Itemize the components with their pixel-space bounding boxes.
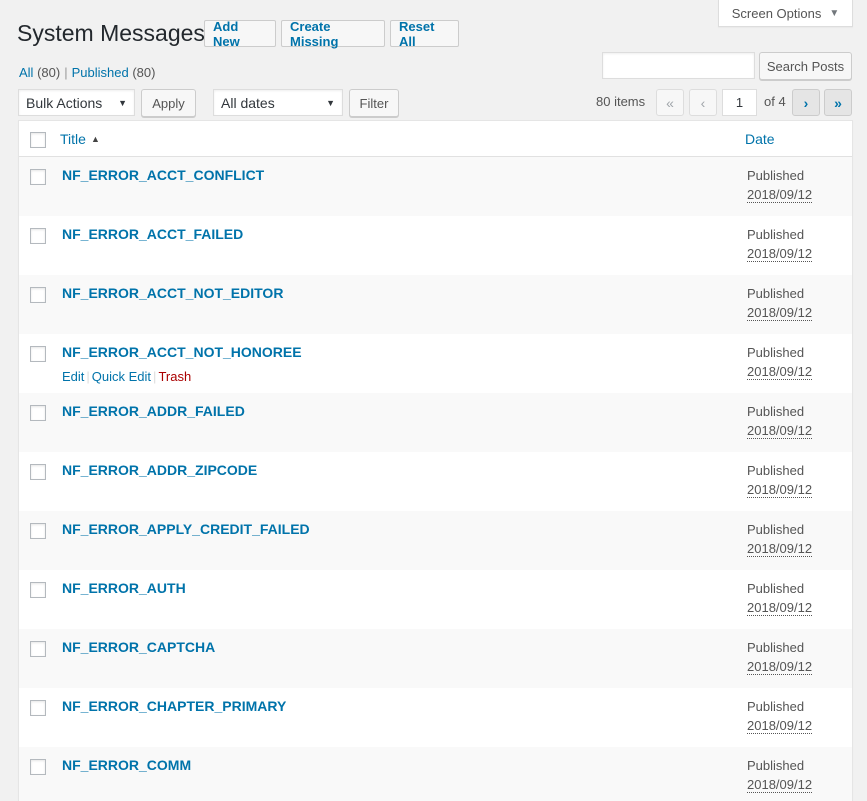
apply-button[interactable]: Apply — [141, 89, 196, 117]
bulk-actions-select[interactable]: Bulk Actions ▼ — [18, 89, 135, 116]
row-checkbox[interactable] — [30, 641, 46, 657]
dropdown-arrow-icon: ▼ — [118, 97, 127, 108]
row-title-link[interactable]: NF_ERROR_AUTH — [62, 580, 186, 596]
table-row: NF_ERROR_COMM Published 2018/09/12 — [19, 747, 852, 801]
table-row: NF_ERROR_ADDR_FAILED Published 2018/09/12 — [19, 393, 852, 452]
bulk-actions-value: Bulk Actions — [26, 94, 103, 111]
table-row: NF_ERROR_ACCT_FAILED Published 2018/09/12 — [19, 216, 852, 275]
quick-edit-link[interactable]: Quick Edit — [92, 369, 151, 384]
total-pages-label: of 4 — [764, 94, 786, 109]
next-page-button[interactable]: › — [792, 89, 820, 116]
row-checkbox[interactable] — [30, 405, 46, 421]
table-row: NF_ERROR_CAPTCHA Published 2018/09/12 — [19, 629, 852, 688]
last-page-button[interactable]: » — [824, 89, 852, 116]
row-title-link[interactable]: NF_ERROR_ADDR_ZIPCODE — [62, 462, 257, 478]
title-column-header[interactable]: Title ▲ — [60, 131, 100, 147]
add-new-button[interactable]: Add New — [204, 19, 276, 49]
row-title-link[interactable]: NF_ERROR_ACCT_FAILED — [62, 226, 243, 242]
row-date: 2018/09/12 — [747, 364, 813, 380]
table-row: NF_ERROR_AUTH Published 2018/09/12 — [19, 570, 852, 629]
row-status: Published — [747, 404, 805, 419]
first-page-button[interactable]: « — [656, 89, 684, 116]
filter-all-link[interactable]: All (80) — [19, 65, 60, 80]
messages-table: Title ▲ Date NF_ERROR_ACCT_CONFLICT Publis… — [18, 120, 853, 801]
row-status: Published — [747, 463, 805, 478]
row-title-link[interactable]: NF_ERROR_ACCT_NOT_EDITOR — [62, 285, 283, 301]
caret-down-icon: ▼ — [829, 7, 840, 19]
row-status: Published — [747, 581, 805, 596]
row-date: 2018/09/12 — [747, 187, 813, 203]
create-missing-button[interactable]: Create Missing — [281, 19, 385, 49]
row-checkbox[interactable] — [30, 287, 46, 303]
status-filter-links: All (80) | Published (80) — [19, 65, 156, 80]
table-row: NF_ERROR_ADDR_ZIPCODE Published 2018/09/12 — [19, 452, 852, 511]
items-count: 80 items — [596, 94, 646, 109]
table-row: NF_ERROR_ACCT_NOT_HONOREE Edit | Quick Edit… — [19, 334, 852, 393]
date-column-header[interactable]: Date — [745, 131, 775, 147]
row-actions: Edit | Quick Edit | Trash — [62, 369, 191, 384]
row-status: Published — [747, 699, 805, 714]
trash-link[interactable]: Trash — [158, 369, 191, 384]
filter-published-link[interactable]: Published (80) — [72, 65, 156, 80]
row-title-link[interactable]: NF_ERROR_APPLY_CREDIT_FAILED — [62, 521, 310, 537]
row-title-link[interactable]: NF_ERROR_ACCT_NOT_HONOREE — [62, 344, 302, 360]
row-title-link[interactable]: NF_ERROR_ACCT_CONFLICT — [62, 167, 264, 183]
reset-all-button[interactable]: Reset All — [390, 19, 459, 49]
row-checkbox[interactable] — [30, 464, 46, 480]
date-filter-select[interactable]: All dates ▼ — [213, 89, 343, 116]
screen-options-label: Screen Options — [731, 5, 822, 21]
row-status: Published — [747, 168, 805, 183]
table-row: NF_ERROR_ACCT_CONFLICT Published 2018/09/1… — [19, 157, 852, 216]
row-status: Published — [747, 640, 805, 655]
sort-ascending-icon: ▲ — [90, 134, 100, 144]
row-checkbox[interactable] — [30, 523, 46, 539]
row-date: 2018/09/12 — [747, 777, 813, 793]
row-checkbox[interactable] — [30, 228, 46, 244]
table-body: NF_ERROR_ACCT_CONFLICT Published 2018/09/1… — [19, 157, 852, 801]
row-title-link[interactable]: NF_ERROR_COMM — [62, 757, 191, 773]
search-input[interactable] — [602, 52, 755, 79]
table-header: Title ▲ Date — [19, 121, 852, 157]
table-row: NF_ERROR_CHAPTER_PRIMARY Published 2018/09… — [19, 688, 852, 747]
row-date: 2018/09/12 — [747, 600, 813, 616]
select-all-checkbox[interactable] — [30, 132, 46, 148]
row-status: Published — [747, 758, 805, 773]
separator: | — [86, 369, 90, 384]
prev-page-button[interactable]: ‹ — [689, 89, 717, 116]
row-checkbox[interactable] — [30, 582, 46, 598]
row-date: 2018/09/12 — [747, 482, 813, 498]
table-row: NF_ERROR_APPLY_CREDIT_FAILED Published 201… — [19, 511, 852, 570]
current-page-input[interactable]: 1 — [722, 89, 757, 116]
row-date: 2018/09/12 — [747, 246, 813, 262]
date-filter-value: All dates — [221, 94, 275, 111]
page-title: System Messages — [17, 20, 205, 46]
row-date: 2018/09/12 — [747, 305, 813, 321]
row-date: 2018/09/12 — [747, 423, 813, 439]
dropdown-arrow-icon: ▼ — [326, 97, 335, 108]
row-title-link[interactable]: NF_ERROR_CAPTCHA — [62, 639, 215, 655]
filter-button[interactable]: Filter — [349, 89, 399, 117]
table-row: NF_ERROR_ACCT_NOT_EDITOR Published 2018/09… — [19, 275, 852, 334]
row-date: 2018/09/12 — [747, 541, 813, 557]
row-checkbox[interactable] — [30, 759, 46, 775]
row-status: Published — [747, 227, 805, 242]
row-status: Published — [747, 345, 805, 360]
row-checkbox[interactable] — [30, 700, 46, 716]
row-checkbox[interactable] — [30, 346, 46, 362]
row-date: 2018/09/12 — [747, 659, 813, 675]
row-title-link[interactable]: NF_ERROR_CHAPTER_PRIMARY — [62, 698, 286, 714]
search-posts-button[interactable]: Search Posts — [759, 52, 852, 80]
row-status: Published — [747, 522, 805, 537]
separator: | — [153, 369, 157, 384]
screen-options-toggle[interactable]: Screen Options ▼ — [718, 0, 853, 27]
row-status: Published — [747, 286, 805, 301]
edit-link[interactable]: Edit — [62, 369, 84, 384]
row-date: 2018/09/12 — [747, 718, 813, 734]
row-title-link[interactable]: NF_ERROR_ADDR_FAILED — [62, 403, 245, 419]
row-checkbox[interactable] — [30, 169, 46, 185]
